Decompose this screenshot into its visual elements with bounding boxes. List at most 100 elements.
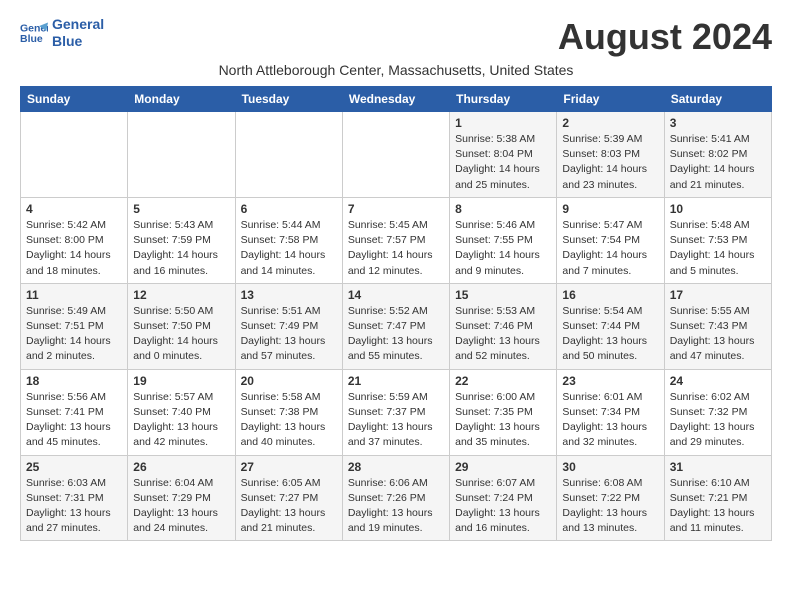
day-info: Sunrise: 5:47 AM Sunset: 7:54 PM Dayligh… <box>562 218 658 279</box>
calendar-cell: 7 Sunrise: 5:45 AM Sunset: 7:57 PM Daylig… <box>342 197 449 283</box>
calendar-week-3: 11 Sunrise: 5:49 AM Sunset: 7:51 PM Dayli… <box>21 283 772 369</box>
day-info: Sunrise: 6:06 AM Sunset: 7:26 PM Dayligh… <box>348 476 444 537</box>
calendar-header-friday: Friday <box>557 87 664 112</box>
day-info: Sunrise: 5:46 AM Sunset: 7:55 PM Dayligh… <box>455 218 551 279</box>
day-number: 9 <box>562 202 658 216</box>
logo-icon: General Blue <box>20 19 48 47</box>
day-number: 17 <box>670 288 766 302</box>
calendar-header-saturday: Saturday <box>664 87 771 112</box>
day-info: Sunrise: 6:02 AM Sunset: 7:32 PM Dayligh… <box>670 390 766 451</box>
calendar-cell: 2Sunrise: 5:39 AM Sunset: 8:03 PM Daylig… <box>557 112 664 198</box>
day-number: 11 <box>26 288 122 302</box>
svg-text:Blue: Blue <box>20 33 43 45</box>
calendar-cell <box>342 112 449 198</box>
day-number: 31 <box>670 460 766 474</box>
day-number: 15 <box>455 288 551 302</box>
day-number: 23 <box>562 374 658 388</box>
calendar-cell: 22Sunrise: 6:00 AM Sunset: 7:35 PM Dayli… <box>450 369 557 455</box>
day-info: Sunrise: 5:41 AM Sunset: 8:02 PM Dayligh… <box>670 132 766 193</box>
calendar-cell <box>235 112 342 198</box>
calendar-cell: 24 Sunrise: 6:02 AM Sunset: 7:32 PM Dayli… <box>664 369 771 455</box>
day-number: 24 <box>670 374 766 388</box>
day-number: 28 <box>348 460 444 474</box>
calendar-cell: 6 Sunrise: 5:44 AM Sunset: 7:58 PM Daylig… <box>235 197 342 283</box>
calendar-week-4: 18 Sunrise: 5:56 AM Sunset: 7:41 PM Dayli… <box>21 369 772 455</box>
logo: General Blue General Blue <box>20 16 104 50</box>
calendar-cell: 9 Sunrise: 5:47 AM Sunset: 7:54 PM Daylig… <box>557 197 664 283</box>
calendar-header-sunday: Sunday <box>21 87 128 112</box>
day-info: Sunrise: 5:42 AM Sunset: 8:00 PM Dayligh… <box>26 218 122 279</box>
calendar-cell <box>128 112 235 198</box>
calendar-cell: 11 Sunrise: 5:49 AM Sunset: 7:51 PM Dayli… <box>21 283 128 369</box>
day-info: Sunrise: 5:44 AM Sunset: 7:58 PM Dayligh… <box>241 218 337 279</box>
calendar-body: 1 Sunrise: 5:38 AM Sunset: 8:04 PM Daylig… <box>21 112 772 541</box>
day-info: Sunrise: 5:56 AM Sunset: 7:41 PM Dayligh… <box>26 390 122 451</box>
calendar-header-thursday: Thursday <box>450 87 557 112</box>
day-number: 6 <box>241 202 337 216</box>
day-number: 13 <box>241 288 337 302</box>
day-info: Sunrise: 5:45 AM Sunset: 7:57 PM Dayligh… <box>348 218 444 279</box>
calendar-header-wednesday: Wednesday <box>342 87 449 112</box>
calendar-week-5: 25Sunrise: 6:03 AM Sunset: 7:31 PM Dayli… <box>21 455 772 541</box>
day-info: Sunrise: 5:54 AM Sunset: 7:44 PM Dayligh… <box>562 304 658 365</box>
day-info: Sunrise: 5:55 AM Sunset: 7:43 PM Dayligh… <box>670 304 766 365</box>
day-info: Sunrise: 5:52 AM Sunset: 7:47 PM Dayligh… <box>348 304 444 365</box>
logo-line1: General <box>52 16 104 33</box>
calendar-cell: 30Sunrise: 6:08 AM Sunset: 7:22 PM Dayli… <box>557 455 664 541</box>
calendar-cell: 8 Sunrise: 5:46 AM Sunset: 7:55 PM Daylig… <box>450 197 557 283</box>
day-info: Sunrise: 5:43 AM Sunset: 7:59 PM Dayligh… <box>133 218 229 279</box>
day-number: 27 <box>241 460 337 474</box>
logo-line2: Blue <box>52 33 104 50</box>
subtitle: North Attleborough Center, Massachusetts… <box>20 62 772 78</box>
day-number: 7 <box>348 202 444 216</box>
calendar-cell: 12 Sunrise: 5:50 AM Sunset: 7:50 PM Dayli… <box>128 283 235 369</box>
calendar-cell: 29Sunrise: 6:07 AM Sunset: 7:24 PM Dayli… <box>450 455 557 541</box>
day-info: Sunrise: 6:05 AM Sunset: 7:27 PM Dayligh… <box>241 476 337 537</box>
day-info: Sunrise: 5:57 AM Sunset: 7:40 PM Dayligh… <box>133 390 229 451</box>
calendar-cell <box>21 112 128 198</box>
day-number: 30 <box>562 460 658 474</box>
day-info: Sunrise: 5:59 AM Sunset: 7:37 PM Dayligh… <box>348 390 444 451</box>
calendar-cell: 25Sunrise: 6:03 AM Sunset: 7:31 PM Dayli… <box>21 455 128 541</box>
day-info: Sunrise: 6:04 AM Sunset: 7:29 PM Dayligh… <box>133 476 229 537</box>
day-number: 18 <box>26 374 122 388</box>
day-number: 1 <box>455 116 551 130</box>
calendar-header-monday: Monday <box>128 87 235 112</box>
calendar-header-tuesday: Tuesday <box>235 87 342 112</box>
calendar-cell: 21Sunrise: 5:59 AM Sunset: 7:37 PM Dayli… <box>342 369 449 455</box>
calendar-cell: 15Sunrise: 5:53 AM Sunset: 7:46 PM Dayli… <box>450 283 557 369</box>
calendar-cell: 17 Sunrise: 5:55 AM Sunset: 7:43 PM Dayli… <box>664 283 771 369</box>
day-number: 8 <box>455 202 551 216</box>
calendar-cell: 28 Sunrise: 6:06 AM Sunset: 7:26 PM Dayli… <box>342 455 449 541</box>
calendar-cell: 14 Sunrise: 5:52 AM Sunset: 7:47 PM Dayli… <box>342 283 449 369</box>
day-number: 20 <box>241 374 337 388</box>
day-number: 14 <box>348 288 444 302</box>
day-number: 25 <box>26 460 122 474</box>
calendar-cell: 19Sunrise: 5:57 AM Sunset: 7:40 PM Dayli… <box>128 369 235 455</box>
day-number: 4 <box>26 202 122 216</box>
day-info: Sunrise: 5:58 AM Sunset: 7:38 PM Dayligh… <box>241 390 337 451</box>
day-number: 5 <box>133 202 229 216</box>
day-number: 12 <box>133 288 229 302</box>
day-info: Sunrise: 5:49 AM Sunset: 7:51 PM Dayligh… <box>26 304 122 365</box>
calendar-cell: 26Sunrise: 6:04 AM Sunset: 7:29 PM Dayli… <box>128 455 235 541</box>
calendar-cell: 5 Sunrise: 5:43 AM Sunset: 7:59 PM Daylig… <box>128 197 235 283</box>
day-info: Sunrise: 5:51 AM Sunset: 7:49 PM Dayligh… <box>241 304 337 365</box>
header: General Blue General Blue August 2024 <box>20 16 772 58</box>
day-number: 16 <box>562 288 658 302</box>
day-info: Sunrise: 5:38 AM Sunset: 8:04 PM Dayligh… <box>455 132 551 193</box>
day-info: Sunrise: 6:01 AM Sunset: 7:34 PM Dayligh… <box>562 390 658 451</box>
calendar-week-2: 4 Sunrise: 5:42 AM Sunset: 8:00 PM Daylig… <box>21 197 772 283</box>
day-info: Sunrise: 6:00 AM Sunset: 7:35 PM Dayligh… <box>455 390 551 451</box>
day-number: 3 <box>670 116 766 130</box>
day-number: 10 <box>670 202 766 216</box>
day-info: Sunrise: 6:07 AM Sunset: 7:24 PM Dayligh… <box>455 476 551 537</box>
calendar-cell: 18 Sunrise: 5:56 AM Sunset: 7:41 PM Dayli… <box>21 369 128 455</box>
calendar-week-1: 1 Sunrise: 5:38 AM Sunset: 8:04 PM Daylig… <box>21 112 772 198</box>
calendar-cell: 23 Sunrise: 6:01 AM Sunset: 7:34 PM Dayli… <box>557 369 664 455</box>
month-title: August 2024 <box>558 16 772 58</box>
day-info: Sunrise: 5:50 AM Sunset: 7:50 PM Dayligh… <box>133 304 229 365</box>
calendar-cell: 31 Sunrise: 6:10 AM Sunset: 7:21 PM Dayli… <box>664 455 771 541</box>
day-info: Sunrise: 6:10 AM Sunset: 7:21 PM Dayligh… <box>670 476 766 537</box>
calendar-cell: 3 Sunrise: 5:41 AM Sunset: 8:02 PM Daylig… <box>664 112 771 198</box>
